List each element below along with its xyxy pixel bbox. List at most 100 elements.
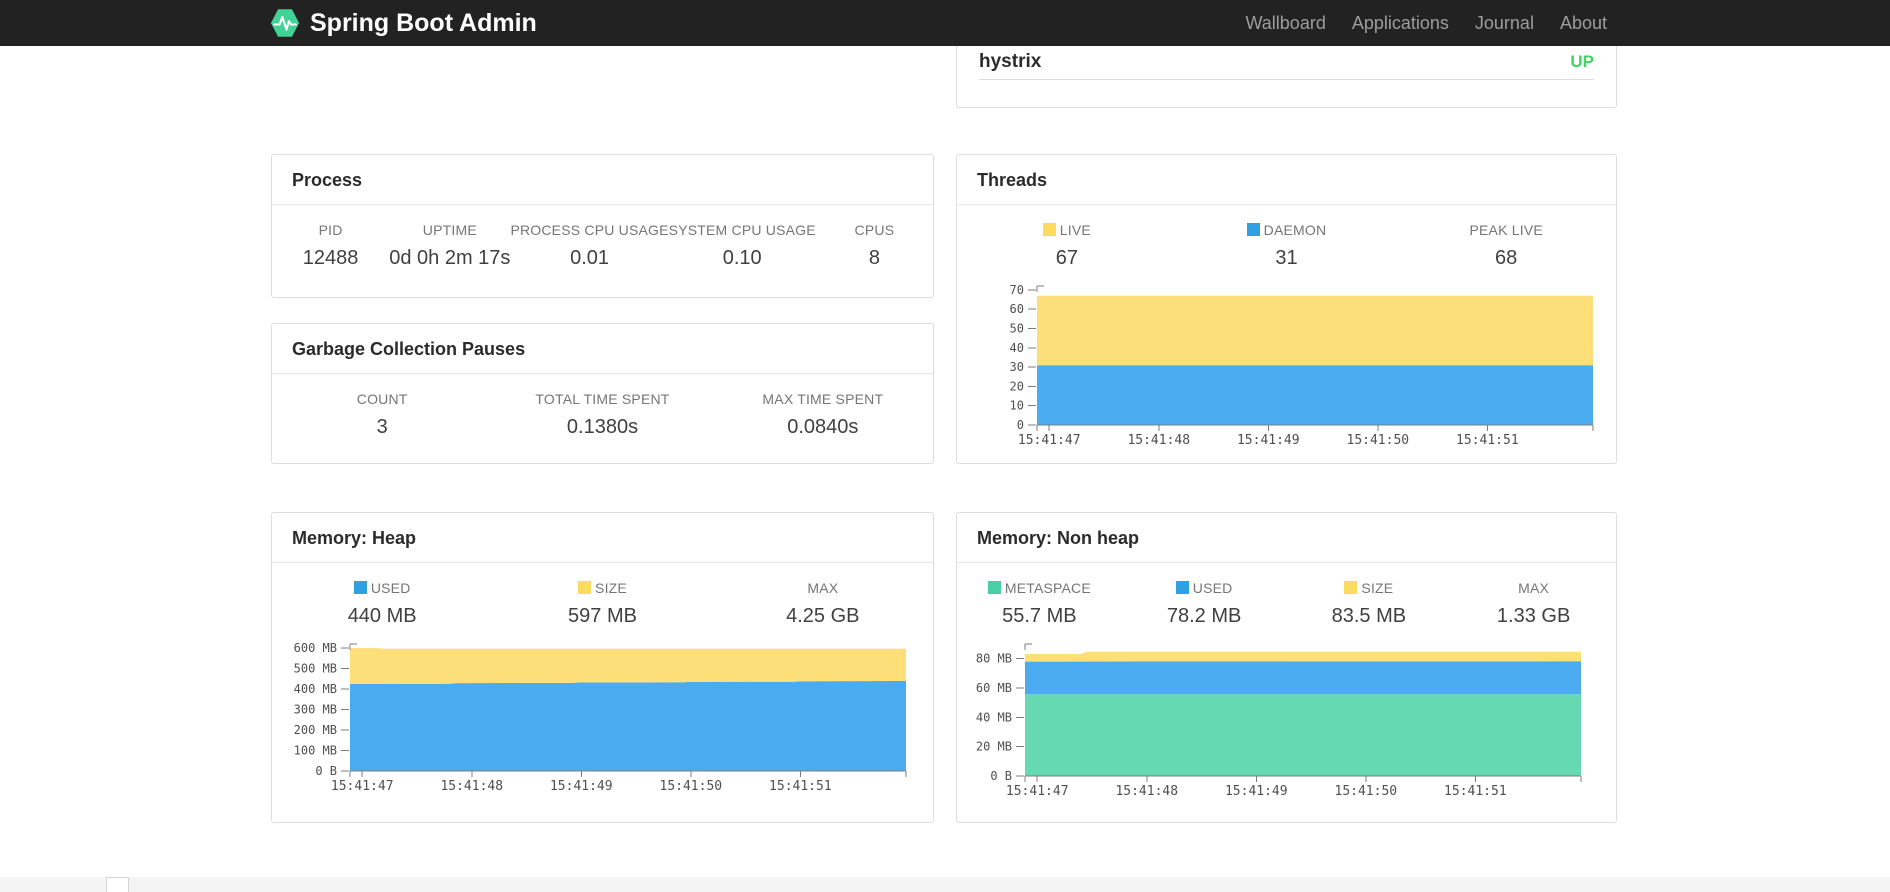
stat-label: METASPACE: [957, 580, 1122, 596]
navbar-menu: Wallboard Applications Journal About: [1232, 13, 1620, 34]
application-row[interactable]: hystrix UP: [957, 46, 1616, 79]
stat-used: USED 440 MB: [272, 580, 492, 628]
stat-label: SIZE: [1287, 580, 1452, 596]
nav-item-about[interactable]: About: [1547, 13, 1620, 34]
stat-label: USED: [1122, 580, 1287, 596]
threads-card: Threads LIVE 67 DAEMON 31 PEAK LIVE 68 15:41:…: [956, 154, 1617, 464]
process-card: Process PID 12488 UPTIME 0d 0h 2m 17s PROCES…: [271, 154, 934, 298]
svg-text:15:41:48: 15:41:48: [1127, 433, 1190, 448]
stat-value: 55.7 MB: [1002, 605, 1077, 627]
page-bottom-strip: [0, 877, 1890, 892]
stat-value: 1.33 GB: [1496, 605, 1571, 627]
heap-card-title: Memory: Heap: [272, 513, 933, 563]
brand-title: Spring Boot Admin: [310, 8, 537, 37]
stat-label: MAX TIME SPENT: [762, 391, 884, 407]
stat-max-time-spent: MAX TIME SPENT 0.0840s: [713, 391, 933, 439]
threads-chart: 15:41:47 15:41:48 15:41:49 15:41:50 15:41:51…: [993, 280, 1616, 456]
legend-square-icon: [578, 581, 592, 594]
svg-text:15:41:48: 15:41:48: [1115, 784, 1178, 799]
stat-system-cpu-usage: SYSTEM CPU USAGE 0.10: [669, 222, 816, 270]
process-stats: PID 12488 UPTIME 0d 0h 2m 17s PROCESS CPU US…: [272, 205, 933, 270]
stat-label: PEAK LIVE: [1469, 222, 1543, 238]
stat-value: 0.1380s: [566, 416, 639, 438]
threads-card-title: Threads: [957, 155, 1616, 205]
stat-daemon: DAEMON 31: [1177, 222, 1397, 270]
stat-label: SIZE: [492, 580, 712, 596]
svg-text:15:41:47: 15:41:47: [1018, 433, 1081, 448]
memory-nonheap-chart: 15:41:47 15:41:48 15:41:49 15:41:50 15:41:51…: [963, 638, 1616, 807]
garbage-collection-card: Garbage Collection Pauses COUNT 3 TOTAL TI…: [271, 323, 934, 464]
stat-label: UPTIME: [422, 222, 477, 238]
stat-label: CPUS: [854, 222, 895, 238]
brand-link[interactable]: Spring Boot Admin: [270, 8, 537, 38]
svg-text:0 B: 0 B: [990, 769, 1012, 783]
legend-square-icon: [353, 581, 367, 594]
stat-total-time-spent: TOTAL TIME SPENT 0.1380s: [492, 391, 712, 439]
legend-square-icon: [1344, 581, 1358, 594]
stat-label: PROCESS CPU USAGE: [510, 222, 669, 238]
stat-value: 3: [376, 416, 388, 438]
svg-text:15:41:49: 15:41:49: [1237, 433, 1300, 448]
stat-cpus: CPUS 8: [816, 222, 933, 270]
svg-text:60: 60: [1010, 302, 1024, 316]
svg-text:15:41:49: 15:41:49: [1225, 784, 1288, 799]
dashboard-page: hystrix UP Process PID 12488 UPTIME 0d 0h 2…: [0, 46, 1890, 892]
stat-metaspace: METASPACE 55.7 MB: [957, 580, 1122, 628]
svg-text:15:41:50: 15:41:50: [1335, 784, 1398, 799]
stat-value: 440 MB: [347, 605, 417, 627]
svg-text:15:41:47: 15:41:47: [331, 779, 394, 794]
stat-max: MAX 4.25 GB: [713, 580, 933, 628]
svg-text:100 MB: 100 MB: [294, 744, 337, 758]
nav-item-applications[interactable]: Applications: [1339, 13, 1462, 34]
gc-stats: COUNT 3 TOTAL TIME SPENT 0.1380s MAX TIME SP…: [272, 374, 933, 439]
stat-value: 0.0840s: [787, 416, 859, 438]
svg-text:400 MB: 400 MB: [294, 682, 337, 696]
stat-label: SYSTEM CPU USAGE: [668, 222, 816, 238]
svg-text:15:41:50: 15:41:50: [1347, 433, 1410, 448]
stat-count: COUNT 3: [272, 391, 492, 439]
svg-text:60 MB: 60 MB: [976, 681, 1012, 695]
svg-text:15:41:51: 15:41:51: [769, 779, 832, 794]
stat-label: TOTAL TIME SPENT: [535, 391, 670, 407]
svg-text:15:41:50: 15:41:50: [660, 779, 723, 794]
stat-pid: PID 12488: [272, 222, 389, 270]
stat-value: 31: [1275, 247, 1298, 269]
svg-text:20 MB: 20 MB: [976, 740, 1012, 754]
process-card-title: Process: [272, 155, 933, 205]
stat-label: PID: [318, 222, 343, 238]
stat-value: 68: [1495, 247, 1518, 269]
stat-value: 12488: [302, 247, 359, 269]
svg-text:0: 0: [1017, 418, 1024, 432]
nonheap-stats: METASPACE 55.7 MB USED 78.2 MB SIZE 83.5 MB MA…: [957, 563, 1616, 628]
svg-text:30: 30: [1010, 360, 1024, 374]
stat-value: 0d 0h 2m 17s: [389, 247, 511, 269]
svg-text:200 MB: 200 MB: [294, 723, 337, 737]
stat-value: 67: [1055, 247, 1078, 269]
stat-size: SIZE 597 MB: [492, 580, 712, 628]
application-status-card: hystrix UP: [956, 46, 1617, 108]
nav-item-wallboard[interactable]: Wallboard: [1232, 13, 1338, 34]
svg-text:500 MB: 500 MB: [294, 662, 337, 676]
memory-heap-chart: 15:41:47 15:41:48 15:41:49 15:41:50 15:41:51…: [274, 638, 933, 802]
stat-value: 8: [868, 247, 880, 269]
legend-square-icon: [1175, 581, 1189, 594]
memory-nonheap-card: Memory: Non heap METASPACE 55.7 MB USED 78.…: [956, 512, 1617, 823]
stat-size: SIZE 83.5 MB: [1287, 580, 1452, 628]
svg-text:40: 40: [1010, 341, 1024, 355]
svg-text:0 B: 0 B: [315, 764, 337, 778]
heap-stats: USED 440 MB SIZE 597 MB MAX 4.25 GB: [272, 563, 933, 628]
nonheap-card-title: Memory: Non heap: [957, 513, 1616, 563]
nav-item-journal[interactable]: Journal: [1462, 13, 1547, 34]
stat-used: USED 78.2 MB: [1122, 580, 1287, 628]
pulse-logo-icon: [270, 8, 300, 38]
stat-value: 597 MB: [568, 605, 637, 627]
stat-label: DAEMON: [1177, 222, 1397, 238]
stat-label: MAX: [1518, 580, 1550, 596]
svg-text:15:41:49: 15:41:49: [550, 779, 613, 794]
stat-label: MAX: [807, 580, 839, 596]
svg-text:80 MB: 80 MB: [976, 652, 1012, 666]
stat-uptime: UPTIME 0d 0h 2m 17s: [389, 222, 510, 270]
application-name: hystrix: [979, 51, 1042, 72]
stat-process-cpu-usage: PROCESS CPU USAGE 0.01: [510, 222, 668, 270]
svg-text:40 MB: 40 MB: [976, 710, 1012, 724]
